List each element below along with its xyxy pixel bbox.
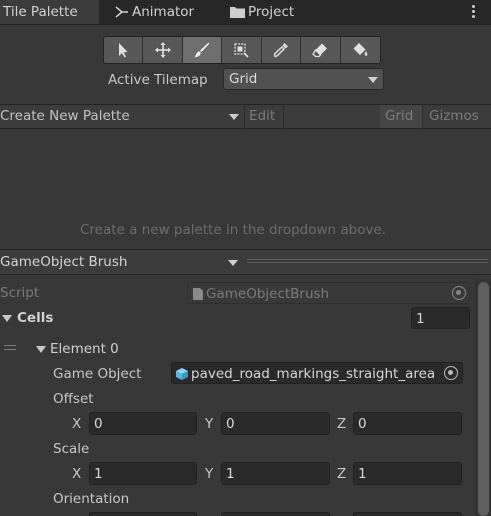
move-tool-button[interactable] <box>143 37 183 63</box>
offset-y-label: Y <box>205 416 214 432</box>
create-palette-label: Create New Palette <box>0 108 130 124</box>
palette-area[interactable]: Create a new palette in the dropdown abo… <box>0 129 491 247</box>
scale-y-label: Y <box>205 466 214 482</box>
brush-dropdown[interactable]: GameObject Brush <box>0 250 243 274</box>
move-icon <box>154 42 171 58</box>
offset-y-field[interactable]: 0 <box>221 412 330 435</box>
picker-icon <box>273 43 288 58</box>
cells-label: Cells <box>17 310 54 326</box>
box-fill-tool-button[interactable] <box>222 37 262 63</box>
box-fill-icon <box>234 43 250 58</box>
chevron-down-icon <box>229 114 239 120</box>
object-picker-icon <box>452 286 466 300</box>
tab-label: Animator <box>132 4 195 20</box>
split-handle[interactable] <box>247 259 488 263</box>
scale-z-value: 1 <box>358 466 367 482</box>
chevron-down-icon <box>368 77 378 83</box>
tab-label: Tile Palette <box>3 4 78 20</box>
create-palette-dropdown[interactable]: Create New Palette <box>0 105 243 128</box>
paint-tool-button[interactable] <box>182 37 223 63</box>
element-foldout-icon[interactable] <box>36 346 46 353</box>
fill-tool-button[interactable] <box>340 37 380 63</box>
element-label: Element 0 <box>50 341 119 357</box>
chevron-down-icon <box>228 260 238 266</box>
active-tilemap-label: Active Tilemap <box>108 72 208 88</box>
scrollbar-thumb[interactable] <box>478 282 489 516</box>
animator-icon <box>115 6 128 18</box>
active-tilemap-dropdown[interactable]: Grid <box>223 68 384 90</box>
scale-x-field[interactable]: 1 <box>89 462 197 485</box>
offset-label: Offset <box>53 391 94 407</box>
offset-y-value: 0 <box>226 416 235 432</box>
object-picker-icon[interactable] <box>444 366 458 380</box>
eraser-icon <box>312 43 328 58</box>
offset-z-value: 0 <box>358 416 367 432</box>
tab-label: Project <box>248 4 295 20</box>
game-object-value: paved_road_markings_straight_area <box>191 366 436 382</box>
select-tool-button[interactable] <box>104 37 144 63</box>
grid-toggle-label: Grid <box>385 108 414 124</box>
offset-x-value: 0 <box>94 416 103 432</box>
orientation-z-field[interactable] <box>353 512 462 516</box>
orientation-y-field[interactable] <box>221 512 330 516</box>
select-icon <box>119 43 128 58</box>
edit-button[interactable]: Edit <box>249 108 275 124</box>
script-value: GameObjectBrush <box>206 286 330 302</box>
brush-bar: GameObject Brush <box>0 249 491 275</box>
offset-x-label: X <box>72 416 82 432</box>
tab-project[interactable]: Project <box>228 0 318 24</box>
palette-toolbar: Create New Palette Edit Grid Gizmos <box>0 104 491 129</box>
tab-tile-palette[interactable]: Tile Palette <box>0 0 99 24</box>
paint-brush-icon <box>194 42 210 58</box>
gizmos-toggle[interactable]: Gizmos <box>429 108 479 124</box>
scale-y-field[interactable]: 1 <box>221 462 330 485</box>
kebab-menu-icon[interactable] <box>466 3 480 21</box>
picker-tool-button[interactable] <box>261 37 302 63</box>
palette-empty-hint: Create a new palette in the dropdown abo… <box>80 222 387 238</box>
script-field: GameObjectBrush <box>187 282 470 304</box>
script-file-icon <box>193 288 203 300</box>
cells-size-field[interactable]: 1 <box>411 307 470 329</box>
cells-count: 1 <box>416 311 425 327</box>
drag-handle-icon[interactable] <box>4 345 16 350</box>
scale-y-value: 1 <box>226 466 235 482</box>
grid-toggle[interactable]: Grid <box>380 105 422 128</box>
brush-label: GameObject Brush <box>0 254 128 270</box>
active-tilemap-value: Grid <box>229 71 258 87</box>
offset-x-field[interactable]: 0 <box>89 412 197 435</box>
folder-icon <box>230 7 245 18</box>
tab-animator[interactable]: Animator <box>112 0 212 24</box>
orientation-label: Orientation <box>53 491 130 507</box>
game-object-field[interactable]: paved_road_markings_straight_area <box>171 362 463 384</box>
prefab-cube-icon <box>176 368 188 380</box>
fill-bucket-icon <box>353 43 368 56</box>
scale-x-value: 1 <box>94 466 103 482</box>
scale-z-label: Z <box>337 466 347 482</box>
scale-label: Scale <box>53 441 90 457</box>
cells-foldout-icon[interactable] <box>2 315 12 322</box>
eraser-tool-button[interactable] <box>301 37 341 63</box>
orientation-x-field[interactable] <box>89 512 197 516</box>
tool-strip <box>103 36 381 64</box>
scale-z-field[interactable]: 1 <box>353 462 462 485</box>
game-object-label: Game Object <box>53 366 142 382</box>
offset-z-field[interactable]: 0 <box>353 412 462 435</box>
scale-x-label: X <box>72 466 82 482</box>
offset-z-label: Z <box>337 416 347 432</box>
script-label: Script <box>0 285 40 301</box>
